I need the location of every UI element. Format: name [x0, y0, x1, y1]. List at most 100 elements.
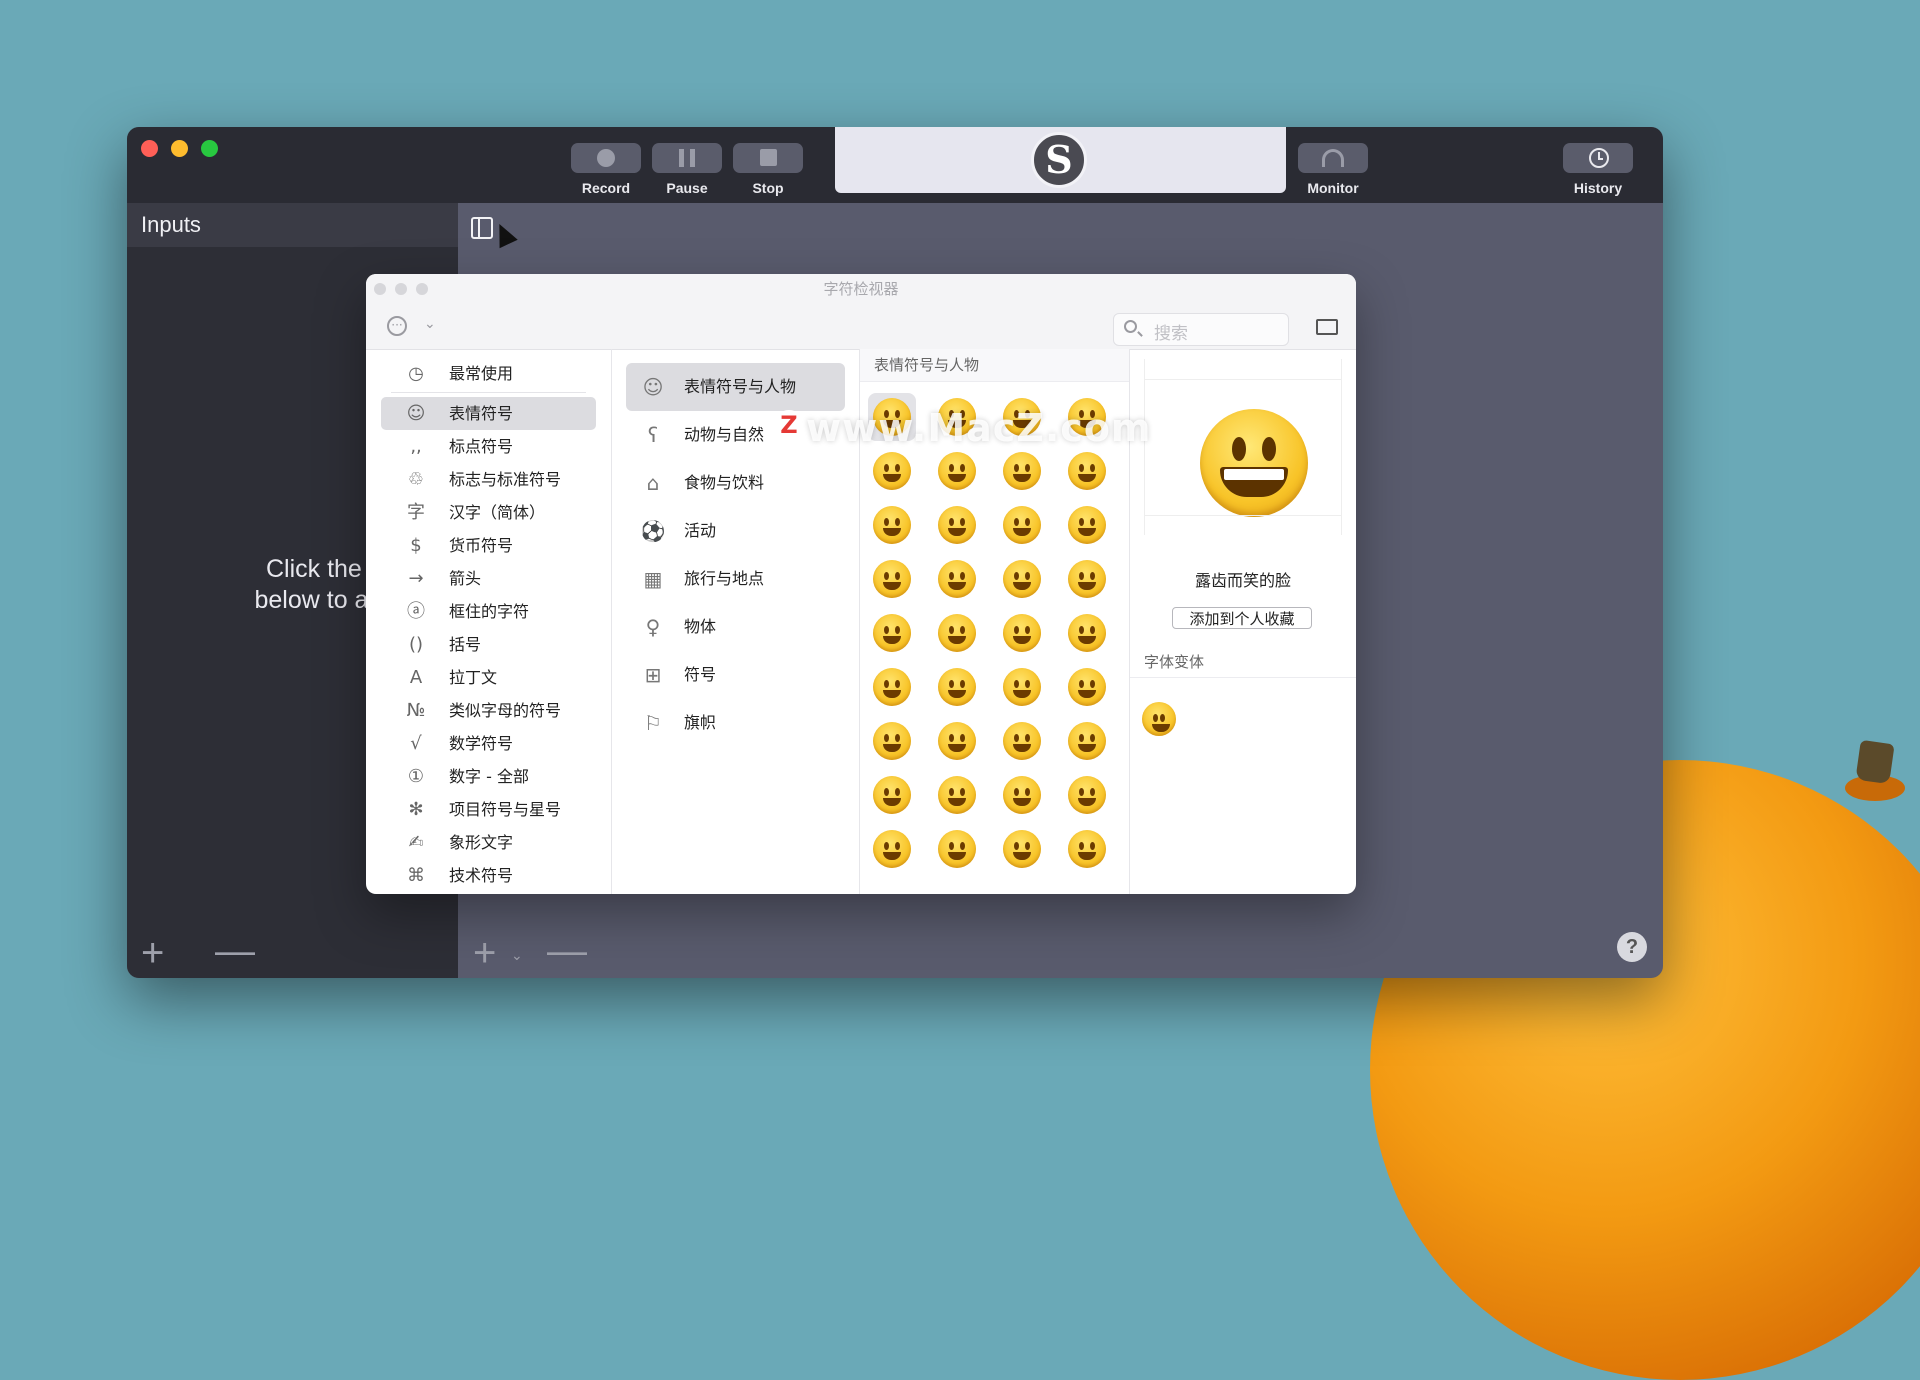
- emoji-cell[interactable]: [998, 663, 1046, 711]
- emoji-cell[interactable]: [933, 609, 981, 657]
- stop-button[interactable]: Stop: [733, 143, 803, 196]
- emoji-cell[interactable]: [1063, 501, 1111, 549]
- emoji-cell[interactable]: [1063, 825, 1111, 873]
- category-list: ◷ 最常使用 ☺ 表情符号 ‚, 标点符号 ♲ 标志与标准符号字 汉字（简体） $ 货币符号 → 箭头 ⓐ…: [366, 349, 612, 894]
- emoji-cell[interactable]: [868, 771, 916, 819]
- monitor-button[interactable]: Monitor: [1298, 143, 1368, 196]
- emoji-cell[interactable]: [868, 501, 916, 549]
- more-options-icon[interactable]: ···: [387, 316, 407, 336]
- category-item[interactable]: ✻ 项目符号与星号: [381, 793, 596, 826]
- subcategory-item[interactable]: ▦ 旅行与地点: [626, 555, 845, 603]
- search-placeholder: 搜索: [1154, 324, 1188, 344]
- emoji-face-icon: [873, 452, 911, 490]
- subcategory-item[interactable]: ⚐ 旗帜: [626, 699, 845, 747]
- clock-icon: [1563, 143, 1633, 173]
- emoji-cell[interactable]: [998, 825, 1046, 873]
- emoji-cell[interactable]: [868, 825, 916, 873]
- emoji-cell[interactable]: [868, 555, 916, 603]
- emoji-cell[interactable]: [868, 663, 916, 711]
- remove-item-button[interactable]: —: [547, 931, 587, 971]
- remove-input-button[interactable]: —: [215, 931, 255, 971]
- emoji-cell[interactable]: [998, 717, 1046, 765]
- zoom-window-button[interactable]: [201, 140, 218, 157]
- emoji-cell[interactable]: [998, 447, 1046, 495]
- pause-button[interactable]: Pause: [652, 143, 722, 196]
- subcategory-item[interactable]: ⚽ 活动: [626, 507, 845, 555]
- character-detail-panel: 露齿而笑的脸 添加到个人收藏 字体变体: [1130, 349, 1356, 894]
- chevron-down-icon[interactable]: ⌄: [424, 316, 436, 332]
- category-item[interactable]: ⌘ 技术符号: [381, 859, 596, 892]
- emoji-face-icon: [1068, 776, 1106, 814]
- circled-a-icon: ⓐ: [407, 601, 425, 622]
- emoji-face-icon: [1003, 506, 1041, 544]
- emoji-cell[interactable]: [933, 771, 981, 819]
- add-input-button[interactable]: +: [141, 933, 164, 973]
- emoji-cell[interactable]: [998, 609, 1046, 657]
- emoji-cell[interactable]: [933, 663, 981, 711]
- emoji-cell[interactable]: [1063, 717, 1111, 765]
- history-button[interactable]: History: [1563, 143, 1633, 196]
- emoji-cell[interactable]: [1063, 555, 1111, 603]
- minimize-window-button[interactable]: [171, 140, 188, 157]
- emoji-face-icon: [1003, 614, 1041, 652]
- emoji-cell[interactable]: [1063, 609, 1111, 657]
- add-to-favorites-button[interactable]: 添加到个人收藏: [1172, 607, 1312, 629]
- emoji-cell[interactable]: [933, 825, 981, 873]
- record-button[interactable]: Record: [571, 143, 641, 196]
- search-field[interactable]: 搜索: [1113, 313, 1289, 346]
- subcategory-item[interactable]: ♀ 物体: [626, 603, 845, 651]
- pause-icon: [652, 143, 722, 173]
- font-variant-grinning-face[interactable]: [1142, 697, 1176, 740]
- category-item[interactable]: √ 数学符号: [381, 727, 596, 760]
- emoji-cell[interactable]: [933, 501, 981, 549]
- emoji-face-icon: [873, 722, 911, 760]
- category-label: 表情符号: [449, 404, 514, 423]
- category-item[interactable]: → 箭头: [381, 562, 596, 595]
- emoji-face-icon: [1003, 722, 1041, 760]
- category-item[interactable]: ☺ 表情符号: [381, 397, 596, 430]
- cv-close-button[interactable]: [374, 283, 386, 295]
- subcategory-item[interactable]: ⊞ 符号: [626, 651, 845, 699]
- symbols-icon: ⊞: [644, 663, 662, 687]
- emoji-face-icon: [1068, 668, 1106, 706]
- chevron-down-icon[interactable]: ⌄: [511, 935, 523, 975]
- circled-one-icon: ①: [407, 766, 425, 787]
- stop-icon: [760, 149, 777, 166]
- emoji-cell[interactable]: [933, 555, 981, 603]
- category-item[interactable]: № 类似字母的符号: [381, 694, 596, 727]
- cv-minimize-button[interactable]: [395, 283, 407, 295]
- emoji-cell[interactable]: [933, 447, 981, 495]
- category-item[interactable]: ♲ 标志与标准符号: [381, 463, 596, 496]
- category-item[interactable]: $ 货币符号: [381, 529, 596, 562]
- category-item[interactable]: ‚, 标点符号: [381, 430, 596, 463]
- lightbulb-icon: ♀: [645, 615, 661, 639]
- emoji-cell[interactable]: [998, 555, 1046, 603]
- emoji-cell[interactable]: [1063, 771, 1111, 819]
- category-item[interactable]: () 括号: [381, 628, 596, 661]
- history-label: History: [1573, 180, 1623, 196]
- category-item[interactable]: ⓐ 框住的字符: [381, 595, 596, 628]
- subcategory-item[interactable]: ⌂ 食物与饮料: [626, 459, 845, 507]
- emoji-cell[interactable]: [998, 501, 1046, 549]
- cv-zoom-button[interactable]: [416, 283, 428, 295]
- category-label: 项目符号与星号: [449, 800, 562, 819]
- help-button[interactable]: ?: [1617, 932, 1647, 962]
- category-item[interactable]: A 拉丁文: [381, 661, 596, 694]
- emoji-cell[interactable]: [933, 717, 981, 765]
- emoji-cell[interactable]: [998, 771, 1046, 819]
- keyboard-viewer-icon[interactable]: [1316, 319, 1338, 335]
- category-label: 拉丁文: [449, 668, 498, 687]
- subcategory-item[interactable]: ☺ 表情符号与人物: [626, 363, 845, 411]
- add-item-button[interactable]: +: [473, 933, 496, 973]
- category-item[interactable]: ① 数字 - 全部: [381, 760, 596, 793]
- emoji-cell[interactable]: [868, 609, 916, 657]
- category-item[interactable]: 字 汉字（简体）: [381, 496, 596, 529]
- category-item[interactable]: ◷ 最常使用: [381, 357, 596, 390]
- close-window-button[interactable]: [141, 140, 158, 157]
- emoji-cell[interactable]: [868, 447, 916, 495]
- category-label: 类似字母的符号: [449, 701, 562, 720]
- emoji-cell[interactable]: [1063, 663, 1111, 711]
- category-item[interactable]: ✍ 象形文字: [381, 826, 596, 859]
- emoji-cell[interactable]: [1063, 447, 1111, 495]
- emoji-cell[interactable]: [868, 717, 916, 765]
